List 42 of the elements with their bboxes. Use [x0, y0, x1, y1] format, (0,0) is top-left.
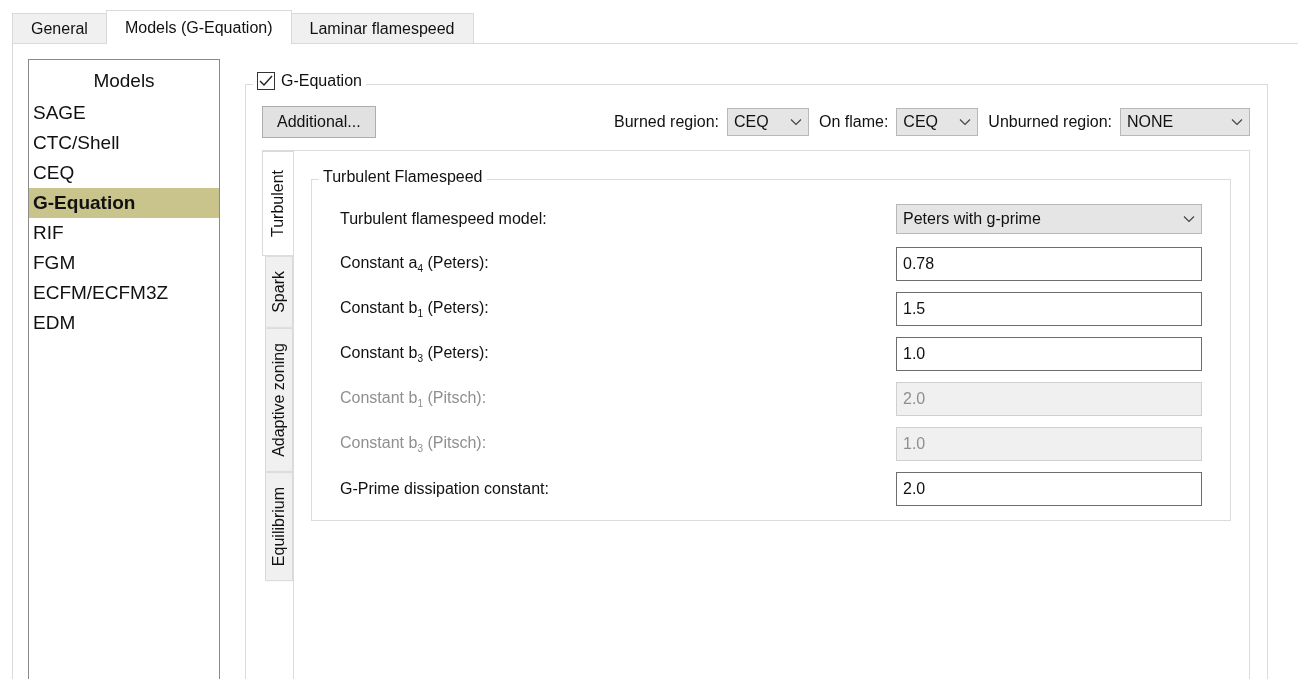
field-label: Constant b$_{3}$ (Peters): [340, 343, 489, 365]
field-label: G-Prime dissipation constant: [340, 480, 549, 498]
model-item[interactable]: SAGE [29, 98, 219, 128]
field-label: Unburned region: [988, 113, 1112, 131]
tab[interactable]: Laminar flamespeed [290, 13, 474, 44]
side-tab[interactable]: Adaptive zoning [265, 327, 293, 472]
dropdown[interactable]: CEQ [727, 108, 809, 136]
field-label: Constant b$_{1}$ (Peters): [340, 298, 489, 320]
additional-button[interactable]: Additional... [262, 106, 376, 138]
checkbox[interactable] [257, 72, 275, 90]
model-item[interactable]: CEQ [29, 158, 219, 188]
dropdown[interactable]: CEQ [896, 108, 979, 136]
field-label: Constant b$_{1}$ (Pitsch): [340, 388, 487, 410]
field-label: Constant b$_{3}$ (Pitsch): [340, 433, 487, 455]
tab[interactable]: Models (G-Equation) [105, 10, 292, 44]
model-item[interactable]: FGM [29, 248, 219, 278]
input-field[interactable]: 2.0 [896, 472, 1202, 506]
group-title: Turbulent Flamespeed [319, 168, 487, 186]
tab[interactable]: General [12, 13, 107, 44]
dropdown[interactable]: Peters with g-prime [896, 204, 1202, 234]
model-item[interactable]: CTC/Shell [29, 128, 219, 158]
input-field[interactable]: 1.0 [896, 337, 1202, 371]
side-tab[interactable]: Equilibrium [265, 471, 293, 581]
field-label: Burned region: [614, 113, 719, 131]
field-label: Turbulent flamespeed model: [340, 210, 547, 228]
chevron-down-icon [1183, 215, 1195, 223]
chevron-down-icon [1231, 118, 1243, 126]
side-tab[interactable]: Turbulent [262, 151, 293, 256]
model-item[interactable]: EDM [29, 308, 219, 338]
model-item[interactable]: ECFM/ECFM3Z [29, 278, 219, 308]
list-title: Models [92, 69, 156, 93]
model-item[interactable]: RIF [29, 218, 219, 248]
field-label: Constant a$_{4}$ (Peters): [340, 253, 489, 275]
model-item[interactable]: G-Equation [29, 188, 219, 218]
input-field[interactable]: 1.5 [896, 292, 1202, 326]
checkbox-label: G-Equation [281, 72, 362, 90]
field-label: On flame: [819, 113, 889, 131]
dropdown[interactable]: NONE [1120, 108, 1250, 136]
chevron-down-icon [790, 118, 802, 126]
side-tab[interactable]: Spark [265, 256, 293, 328]
chevron-down-icon [959, 118, 972, 126]
input-field[interactable]: 0.78 [896, 247, 1202, 281]
